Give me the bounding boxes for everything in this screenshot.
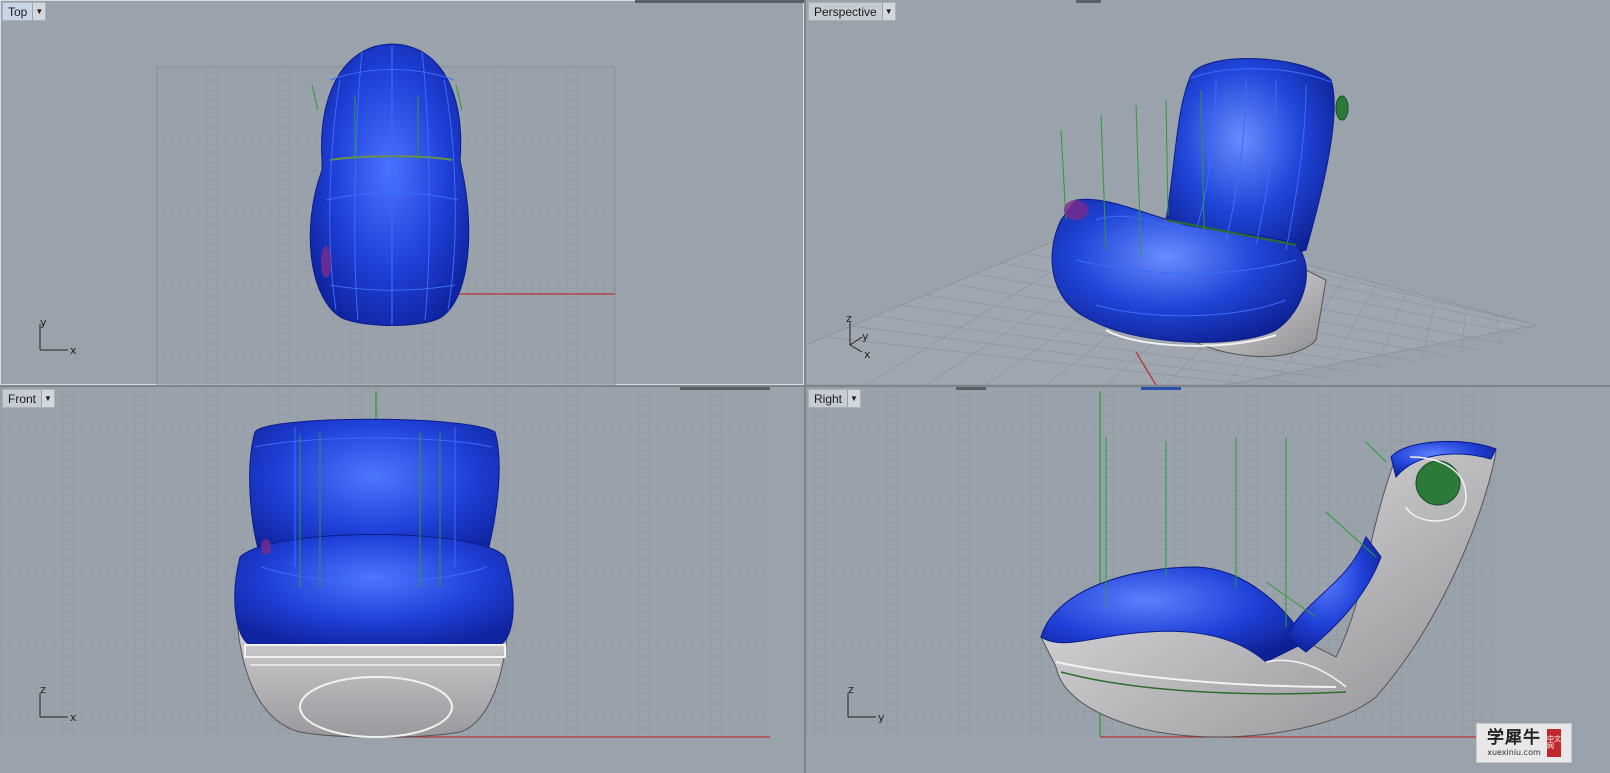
watermark-url: xuexiniu.com: [1487, 747, 1541, 757]
chair-front-model: [234, 418, 514, 738]
axis-label-z: z: [846, 312, 852, 325]
viewport-right[interactable]: z y Right ▼ 学犀牛 xuexiniu.com 中文网: [806, 387, 1610, 773]
viewport-scroll-indicator: [635, 0, 804, 3]
chair-perspective-model: [1051, 58, 1349, 357]
site-watermark: 学犀牛 xuexiniu.com 中文网: [1476, 723, 1572, 763]
axis-label-y: y: [862, 330, 869, 343]
viewport-title-label: Front: [8, 391, 37, 406]
viewport-perspective[interactable]: z y x Perspective ▼: [806, 0, 1610, 385]
axis-label-z: z: [40, 683, 46, 696]
axis-label-y: y: [878, 711, 885, 724]
axis-label-x: x: [70, 344, 77, 357]
chevron-down-icon[interactable]: ▼: [847, 390, 861, 407]
watermark-chinese: 学犀牛: [1487, 727, 1541, 748]
viewport-scroll-indicator: [956, 387, 986, 390]
viewport-scroll-indicator: [680, 387, 770, 390]
viewport-title-label: Right: [814, 391, 843, 406]
front-view-canvas[interactable]: z x: [0, 387, 804, 773]
viewport-front[interactable]: z x Front ▼: [0, 387, 804, 773]
top-view-canvas[interactable]: y x: [0, 0, 804, 385]
viewport-title-top[interactable]: Top ▼: [2, 2, 47, 21]
watermark-seal: 中文网: [1547, 729, 1561, 757]
axis-label-x: x: [864, 348, 871, 361]
chevron-down-icon[interactable]: ▼: [32, 3, 46, 20]
viewport-title-perspective[interactable]: Perspective ▼: [808, 2, 896, 21]
viewport-title-label: Perspective: [814, 4, 877, 19]
axis-label-z: z: [848, 683, 854, 696]
viewport-scroll-indicator: [1076, 0, 1101, 3]
right-view-canvas[interactable]: z y: [806, 387, 1610, 773]
viewport-scroll-indicator-active: [1141, 387, 1181, 390]
axis-label-y: y: [40, 316, 47, 329]
chevron-down-icon[interactable]: ▼: [41, 390, 55, 407]
watermark-text: 学犀牛 xuexiniu.com: [1487, 727, 1541, 757]
perspective-view-canvas[interactable]: z y x: [806, 0, 1610, 385]
viewport-title-label: Top: [8, 4, 28, 19]
chair-top-model: [309, 43, 470, 326]
chevron-down-icon[interactable]: ▼: [881, 3, 895, 20]
viewport-top[interactable]: y x Top ▼: [0, 0, 804, 385]
axis-label-x: x: [70, 711, 77, 724]
viewport-title-front[interactable]: Front ▼: [2, 389, 56, 408]
viewport-title-right[interactable]: Right ▼: [808, 389, 862, 408]
